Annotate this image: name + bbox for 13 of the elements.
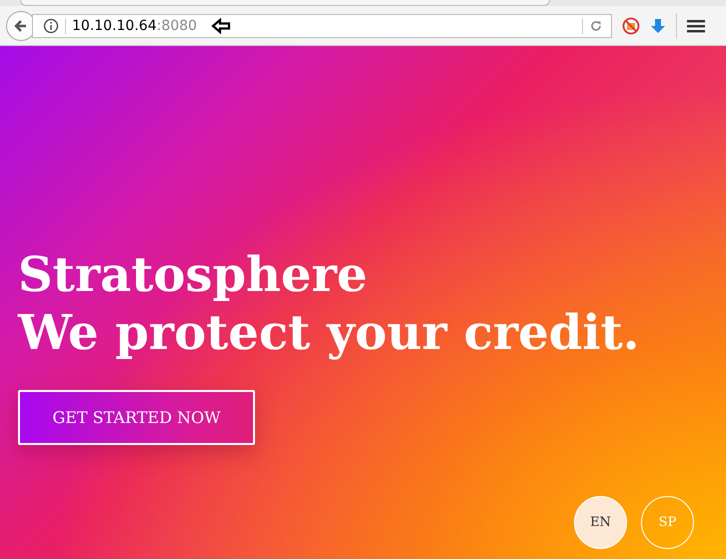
download-icon[interactable] (650, 16, 666, 34)
back-arrow-icon (13, 18, 29, 34)
hero-tagline: We protect your credit. (18, 304, 640, 362)
info-icon[interactable] (43, 18, 59, 34)
menu-icon[interactable] (687, 18, 705, 34)
reload-icon[interactable] (589, 18, 603, 32)
url-text: 10.10.10.64:8080 (72, 18, 197, 34)
address-bar[interactable]: 10.10.10.64:8080 (32, 14, 612, 38)
language-button[interactable]: EN (574, 496, 627, 549)
get-started-button[interactable]: GET STARTED NOW (18, 390, 255, 445)
arrow-icon (210, 18, 231, 34)
hero-title: Stratosphere (18, 246, 368, 304)
blocked-icon[interactable] (622, 16, 640, 34)
